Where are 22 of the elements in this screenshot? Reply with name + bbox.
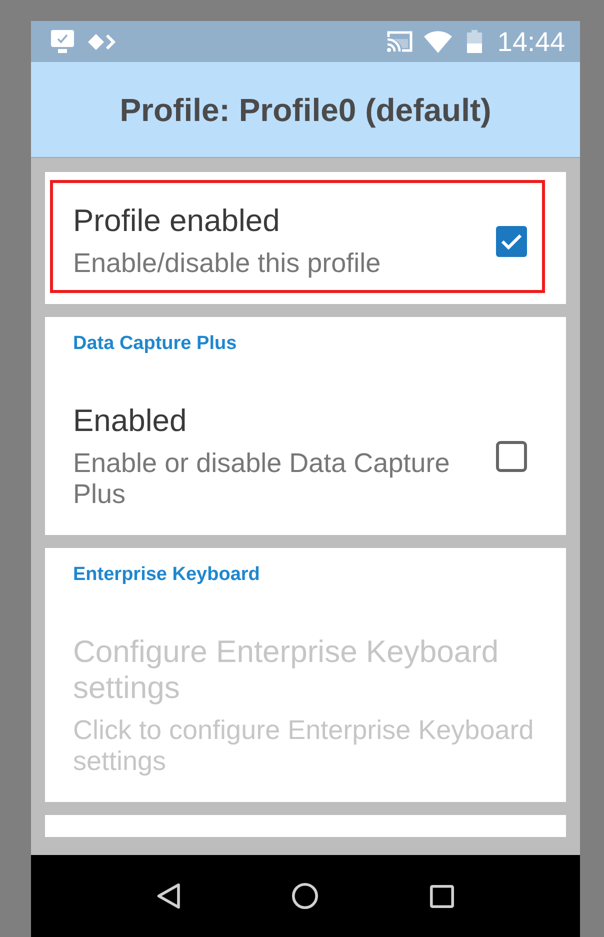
wifi-icon <box>424 30 452 52</box>
category-header: Data Capture Plus <box>73 333 238 355</box>
preference-row[interactable]: Enabled Enable or disable Data Capture Plus <box>50 380 545 524</box>
home-icon[interactable] <box>292 883 318 909</box>
preference-title: Enabled <box>73 403 188 439</box>
monitor-check-icon <box>50 29 75 54</box>
preference-summary: Enable/disable this profile <box>73 248 382 279</box>
preference-title: Profile enabled <box>73 203 281 239</box>
app-bar-title: Profile: Profile0 (default) <box>120 90 492 128</box>
preference-summary: Click to configure Enterprise Keyboard settings <box>73 715 535 777</box>
preference-title: Configure Enterprise Keyboard settings <box>73 634 500 706</box>
preference-summary: Enable or disable Data Capture Plus <box>73 448 451 510</box>
checkbox[interactable] <box>496 226 527 256</box>
diamond-chevron-icon <box>88 34 118 50</box>
checkbox[interactable] <box>496 441 527 472</box>
recent-apps-icon[interactable] <box>430 884 454 908</box>
status-time: 14:44 <box>497 26 565 56</box>
back-icon[interactable] <box>157 883 180 909</box>
preference-row[interactable]: Profile enabled Enable/disable this profile <box>50 180 545 293</box>
category-header: Enterprise Keyboard <box>73 564 261 586</box>
cast-icon <box>386 30 414 53</box>
battery-icon <box>467 30 482 53</box>
